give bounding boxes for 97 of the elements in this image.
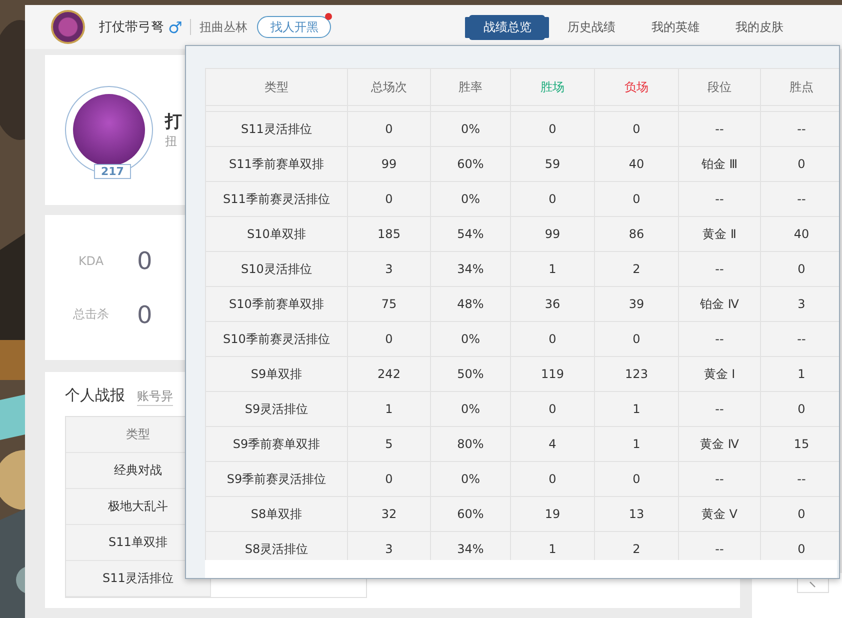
table-cell: 5 [348,426,430,462]
table-cell: S8单双排 [206,496,348,532]
table-cell: S11灵活排位 [206,112,348,146]
table-cell: 0 [348,182,430,216]
table-cell: 123 [594,356,678,392]
table-cell: 铂金 Ⅲ [678,146,760,182]
table-cell: S9灵活排位 [206,392,348,426]
level-badge: 217 [94,164,131,179]
table-cell: 48% [430,286,510,322]
table-cell: 0 [594,182,678,216]
table-cell: 0 [594,462,678,496]
table-cell: 0% [430,322,510,356]
table-cell: 3 [348,252,430,286]
table-cell: 0 [510,182,594,216]
table-cell: 0 [510,112,594,146]
table-cell: S10灵活排位 [206,252,348,286]
table-cell: 黄金 Ⅰ [678,356,760,392]
table-cell: S11季前赛单双排 [206,146,348,182]
table-cell: 0 [510,392,594,426]
table-cell: S10季前赛灵活排位 [206,322,348,356]
table-cell: -- [678,462,760,496]
table-cell: 34% [430,252,510,286]
stat-value: 0 [137,300,152,328]
stat-label: KDA [77,254,105,268]
table-cell: 黄金 Ⅱ [678,216,760,252]
table-cell: 80% [430,426,510,462]
table-cell: 119 [510,356,594,392]
section-title: 个人战报 [65,386,125,405]
tab[interactable]: 战绩总览 [469,14,546,40]
table-cell: 0% [430,112,510,146]
table-cell: 60% [430,146,510,182]
table-cell: 1 [348,392,430,426]
region-name: 扭曲丛林 [199,18,248,36]
stat-label: 总击杀 [72,306,110,323]
table-cell: 99 [510,216,594,252]
table-cell: 242 [348,356,430,392]
table-cell: 0 [594,322,678,356]
table-cell: 0 [510,462,594,496]
table-cell: 1 [510,252,594,286]
table-cell: 1 [594,426,678,462]
table-cell: -- [678,392,760,426]
player-name: 打 [165,111,182,133]
player-name: 打仗带弓弩 [99,19,164,36]
table-cell: 40 [594,146,678,182]
account-link[interactable]: 账号异 [137,388,173,406]
table-header-cell: 胜场 [510,68,594,106]
table-cell: 60% [430,496,510,532]
table-cell: 0 [510,322,594,356]
table-cell: -- [678,322,760,356]
table-cell: S11季前赛灵活排位 [206,182,348,216]
table-cell: 75 [348,286,430,322]
table-cell: S9单双排 [206,356,348,392]
table-cell: 59 [510,146,594,182]
table-cell: 185 [348,216,430,252]
table-cell: -- [678,252,760,286]
table-cell: 0% [430,182,510,216]
table-cell: -- [678,112,760,146]
table-cell: 0 [348,112,430,146]
table-header-cell: 段位 [678,68,760,106]
table-cell: 0 [348,462,430,496]
table-cell: 13 [594,496,678,532]
table-header-cell: 胜点 [760,68,839,106]
table-header-cell: 总场次 [348,68,430,106]
table-cell: S9季前赛单双排 [206,426,348,462]
gender-icon: ♂ [168,18,182,36]
table-cell: 0 [594,112,678,146]
table-cell: 黄金 Ⅴ [678,496,760,532]
tab[interactable]: 我的英雄 [637,14,714,40]
table-header-cell: 胜率 [430,68,510,106]
table-cell: S9季前赛灵活排位 [206,462,348,496]
table-cell: 4 [510,426,594,462]
stat-value: 0 [137,246,152,274]
table-header-cell: 负场 [594,68,678,106]
table-header-cell: 类型 [206,68,348,106]
tab[interactable]: 我的皮肤 [721,14,798,40]
table-cell: S11灵活排位 [66,561,211,597]
table-cell: -- [678,182,760,216]
table-cell: 0% [430,392,510,426]
table-cell: 黄金 Ⅳ [678,426,760,462]
table-cell: 0 [348,322,430,356]
table-cell: 50% [430,356,510,392]
table-cell: S10季前赛单双排 [206,286,348,322]
table-cell: 36 [510,286,594,322]
table-cell: 32 [348,496,430,532]
region-name: 扭 [165,133,178,150]
table-cell: S10单双排 [206,216,348,252]
table-cell: 99 [348,146,430,182]
find-team-button[interactable]: 找人开黑 [257,16,332,38]
table-cell: 86 [594,216,678,252]
table-cell: 39 [594,286,678,322]
table-cell: 0% [430,462,510,496]
table-cell: 1 [594,392,678,426]
table-cell: 19 [510,496,594,532]
tab[interactable]: 历史战绩 [553,14,630,40]
table-cell: 2 [594,252,678,286]
table-cell: 铂金 Ⅳ [678,286,760,322]
table-cell: 54% [430,216,510,252]
